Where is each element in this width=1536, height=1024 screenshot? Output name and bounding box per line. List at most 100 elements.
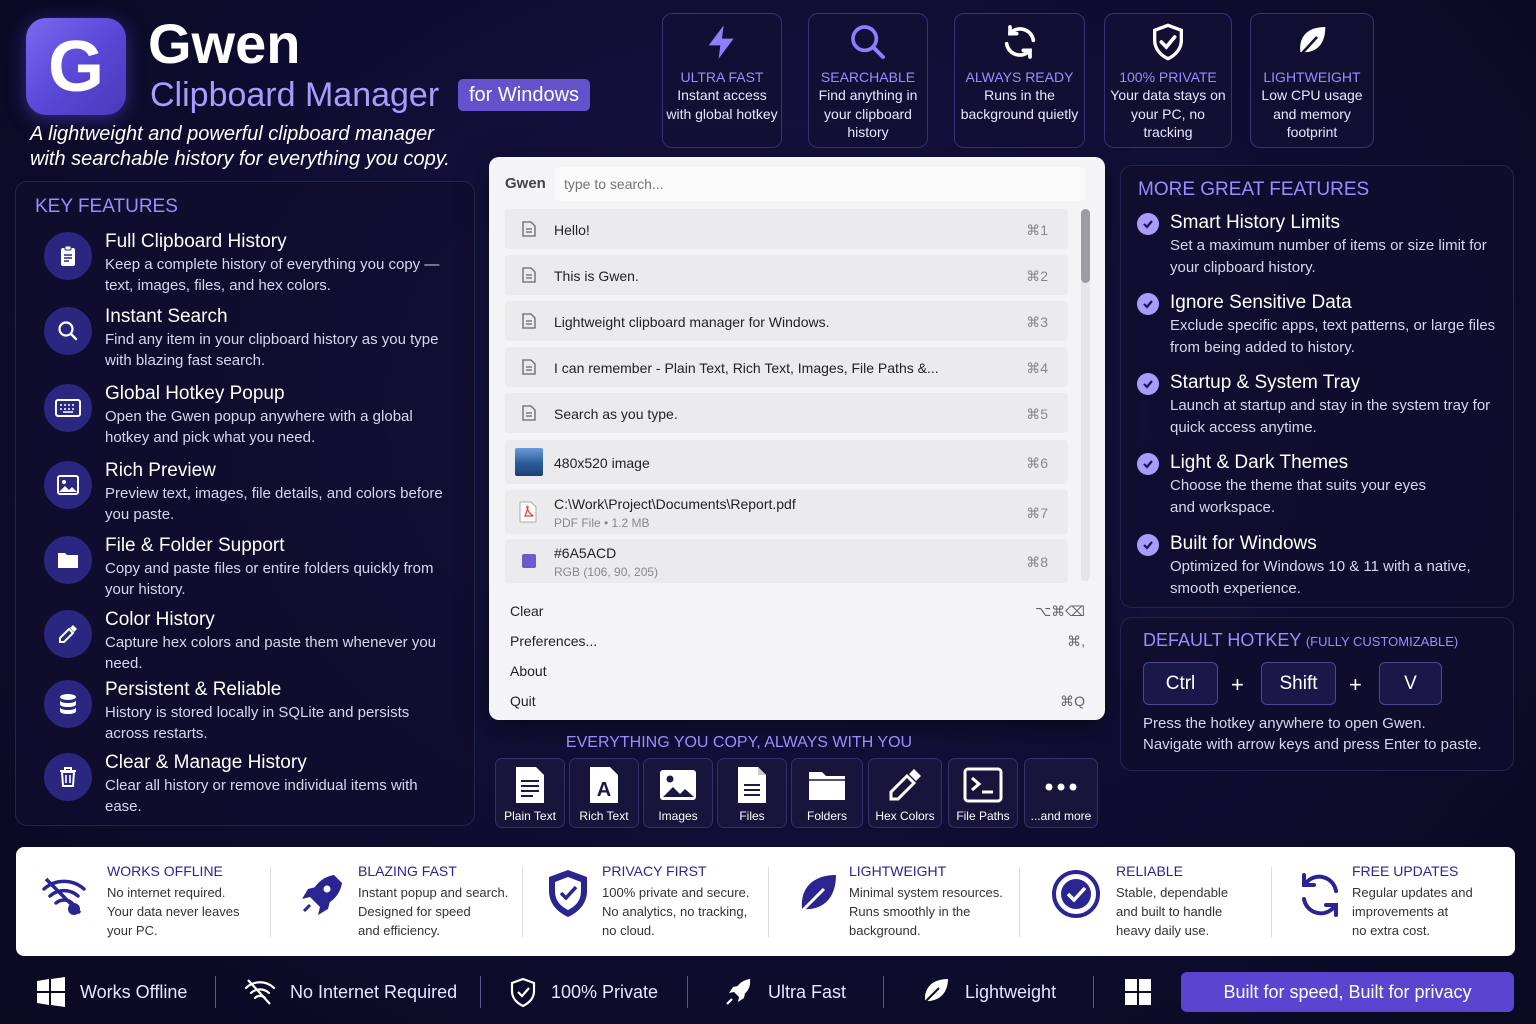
top-feature-desc: Low CPU usage and memory footprint — [1261, 87, 1363, 140]
cta-button[interactable]: Built for speed, Built for privacy — [1181, 972, 1514, 1012]
type-label: Rich Text — [579, 809, 629, 823]
trash-icon — [44, 753, 92, 801]
search-input[interactable] — [555, 167, 1085, 201]
type-label: File Paths — [956, 809, 1010, 823]
clipboard-item-text: #6A5ACD — [554, 545, 617, 561]
more-features-panel: MORE GREAT FEATURES Smart History Limits… — [1120, 165, 1514, 608]
footer-item-windows — [1124, 972, 1166, 1012]
key-feature-title: Global Hotkey Popup — [105, 383, 285, 404]
divider — [768, 867, 769, 937]
menu-item-clear[interactable]: Clear — [510, 603, 543, 619]
key-feature-title: Full Clipboard History — [105, 231, 287, 252]
benefit-line: 100% private and secure. — [602, 885, 750, 900]
menu-item-about[interactable]: About — [510, 663, 547, 679]
image-thumbnail-icon — [515, 448, 543, 476]
type-folders: Folders — [791, 758, 863, 828]
more-feature-title: Startup & System Tray — [1170, 372, 1361, 393]
type-hex-colors: Hex Colors — [868, 758, 942, 828]
more-feature-desc: Exclude specific apps, text patterns, or… — [1170, 317, 1496, 356]
footer-item-label: Ultra Fast — [768, 981, 847, 1002]
top-feature-title: SEARCHABLE — [820, 69, 916, 85]
folder-icon — [809, 772, 845, 800]
refresh-icon — [1004, 25, 1035, 59]
scrollbar-thumb[interactable] — [1081, 209, 1090, 283]
top-feature-title: ALWAYS READY — [965, 69, 1074, 85]
menu-shortcut: ⌥⌘⌫ — [1035, 603, 1085, 619]
key-feature-title: File & Folder Support — [105, 535, 285, 556]
divider — [215, 976, 216, 1008]
top-feature-searchable: SEARCHABLE Find anything in your clipboa… — [808, 13, 928, 148]
divider — [1093, 976, 1094, 1008]
divider — [687, 976, 688, 1008]
benefit-line: improvements at — [1352, 904, 1449, 919]
clipboard-item[interactable]: I can remember - Plain Text, Rich Text, … — [505, 347, 1068, 387]
clipboard-item[interactable]: #6A5ACD RGB (106, 90, 205) ⌘8 — [505, 539, 1068, 583]
check-icon — [1137, 453, 1159, 475]
check-icon — [1137, 373, 1159, 395]
menu-shortcut: ⌘, — [1067, 633, 1085, 649]
clipboard-item[interactable]: This is Gwen. ⌘2 — [505, 255, 1068, 295]
benefit-title: RELIABLE — [1116, 863, 1183, 879]
top-feature-title: 100% PRIVATE — [1119, 69, 1217, 85]
text-doc-icon — [522, 405, 536, 421]
benefit-line: Minimal system resources. — [849, 885, 1003, 900]
key-plus: + — [1231, 672, 1244, 697]
database-icon — [44, 680, 92, 728]
search-icon — [44, 307, 92, 355]
menu-item-quit[interactable]: Quit — [510, 693, 536, 709]
app-logo: G — [26, 18, 126, 115]
clipboard-item-shortcut: ⌘2 — [1026, 268, 1048, 284]
more-feature-desc: Choose the theme that suits your eyes an… — [1170, 477, 1426, 516]
hotkey-desc-1: Press the hotkey anywhere to open Gwen. — [1143, 715, 1426, 732]
image-icon — [44, 461, 92, 509]
benefit-line: Regular updates and — [1352, 885, 1473, 900]
clipboard-item[interactable]: 480x520 image ⌘6 — [505, 440, 1068, 484]
type-images: Images — [643, 758, 713, 828]
divider — [270, 867, 271, 937]
benefit-line: and efficiency. — [358, 923, 440, 938]
lightning-icon — [708, 25, 734, 59]
top-feature-desc: Runs in the background quietly — [960, 87, 1079, 122]
top-feature-private: 100% PRIVATE Your data stays on your PC,… — [1104, 13, 1232, 148]
type-label: ...and more — [1030, 809, 1092, 823]
menu-item-preferences[interactable]: Preferences... — [510, 633, 597, 649]
more-icon — [1045, 783, 1077, 791]
divider — [480, 976, 481, 1008]
more-features-heading: MORE GREAT FEATURES — [1138, 179, 1370, 200]
top-feature-desc: Find anything in your clipboard history — [818, 87, 918, 140]
benefit-line: Designed for speed — [358, 904, 471, 919]
clipboard-item[interactable]: Search as you type. ⌘5 — [505, 393, 1068, 433]
key-feature-title: Color History — [105, 609, 215, 630]
scrollbar[interactable] — [1081, 209, 1090, 581]
hotkey-heading: DEFAULT HOTKEY — [1143, 630, 1302, 650]
more-feature-title: Smart History Limits — [1170, 212, 1340, 233]
clipboard-item-text: 480x520 image — [554, 455, 650, 471]
clipboard-item[interactable]: Hello! ⌘1 — [505, 209, 1068, 249]
benefit-line: your PC. — [107, 923, 158, 938]
color-swatch-icon — [522, 554, 536, 568]
footer-item-private: 100% Private — [509, 972, 658, 1012]
key-features-heading: KEY FEATURES — [35, 196, 178, 217]
benefit-line: and built to handle — [1116, 904, 1223, 919]
file-icon — [738, 767, 766, 803]
key-ctrl: Ctrl — [1143, 662, 1218, 705]
more-feature-title: Light & Dark Themes — [1170, 452, 1349, 473]
key-feature-desc: Capture hex colors and paste them whenev… — [105, 634, 437, 672]
more-feature-title: Built for Windows — [1170, 533, 1317, 554]
check-icon — [1137, 534, 1159, 556]
type-label: Hex Colors — [875, 809, 935, 823]
hotkey-panel: DEFAULT HOTKEY (FULLY CUSTOMIZABLE) Ctrl… — [1120, 617, 1514, 771]
top-feature-title: ULTRA FAST — [680, 69, 764, 85]
benefit-desc: Instant popup and search. Designed for sp… — [358, 883, 508, 940]
shield-check-icon — [510, 977, 536, 1007]
top-feature-desc: Instant access with global hotkey — [666, 87, 778, 122]
footer-item-lightweight: Lightweight — [919, 972, 1056, 1012]
divider — [1019, 867, 1020, 937]
benefit-line: background. — [849, 923, 921, 938]
hotkey-heading-wrap: DEFAULT HOTKEY (FULLY CUSTOMIZABLE) — [1143, 630, 1458, 651]
key-feature-title: Clear & Manage History — [105, 752, 307, 773]
clipboard-item[interactable]: C:\Work\Project\Documents\Report.pdf PDF… — [505, 490, 1068, 534]
key-feature-desc: Copy and paste files or entire folders q… — [105, 560, 434, 598]
clipboard-item[interactable]: Lightweight clipboard manager for Window… — [505, 301, 1068, 341]
clipboard-item-shortcut: ⌘1 — [1026, 222, 1048, 238]
